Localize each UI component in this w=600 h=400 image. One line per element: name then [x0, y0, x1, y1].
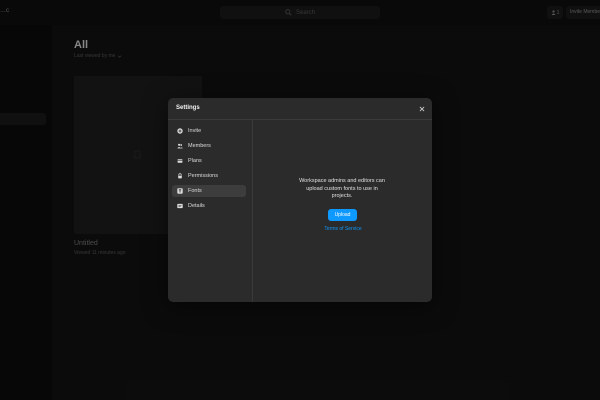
fonts-description: Workspace admins and editors can upload … [299, 178, 385, 199]
nav-item-label: Permissions [188, 173, 218, 179]
close-icon [419, 106, 424, 111]
lock-icon [178, 173, 182, 179]
settings-nav: Invite Members Plans Permissions Fonts D… [168, 120, 253, 302]
nav-item-details[interactable]: Details [172, 200, 246, 212]
members-icon [177, 143, 183, 149]
terms-of-service-link[interactable]: Terms of Service [313, 226, 373, 232]
nav-item-label: Plans [188, 158, 202, 164]
modal-header: Settings [168, 98, 432, 120]
nav-item-label: Details [188, 203, 205, 209]
details-icon [177, 203, 183, 209]
nav-item-label: Fonts [188, 188, 202, 194]
nav-item-invite[interactable]: Invite [172, 125, 246, 137]
nav-item-label: Invite [188, 128, 202, 134]
nav-item-label: Members [188, 143, 211, 149]
fonts-panel: Workspace admins and editors can upload … [253, 120, 432, 302]
plus-circle-icon [177, 128, 183, 134]
close-button[interactable] [417, 104, 426, 113]
settings-modal: Settings Invite Members Plans Permission… [168, 98, 432, 302]
upload-button[interactable]: Upload [328, 209, 357, 221]
nav-item-fonts[interactable]: Fonts [172, 185, 246, 197]
modal-title: Settings [176, 105, 200, 111]
nav-item-members[interactable]: Members [172, 140, 246, 152]
nav-item-plans[interactable]: Plans [172, 155, 246, 167]
plans-icon [177, 159, 183, 163]
font-icon [177, 188, 183, 194]
nav-item-permissions[interactable]: Permissions [172, 170, 246, 182]
